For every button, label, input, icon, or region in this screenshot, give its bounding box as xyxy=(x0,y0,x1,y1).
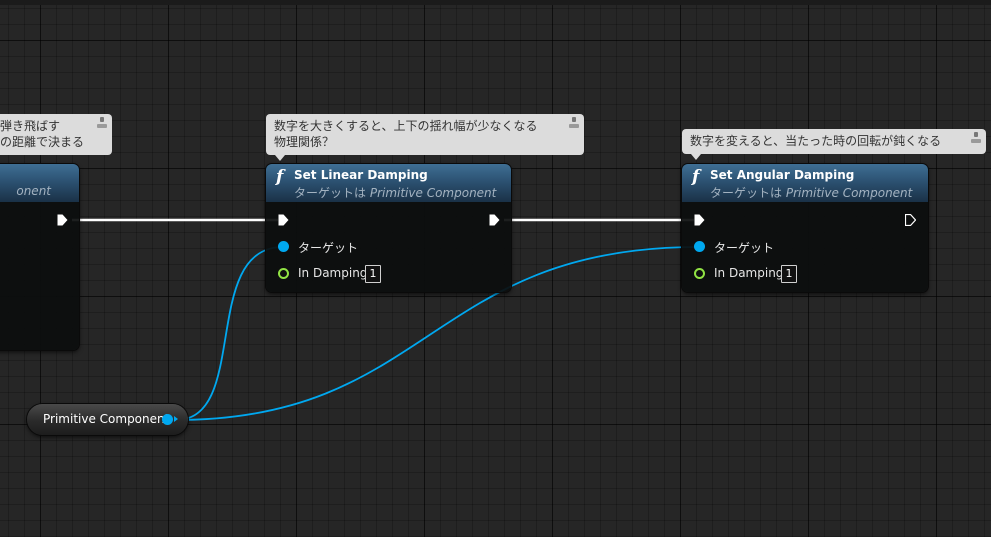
pin-icon[interactable] xyxy=(569,117,579,129)
comment-tail xyxy=(691,154,701,160)
exec-out-pin-left[interactable] xyxy=(57,214,68,226)
variable-label: Primitive Component xyxy=(43,412,170,426)
node-left-header: onent xyxy=(0,164,79,202)
graph-top-edge xyxy=(0,0,991,5)
function-icon: f xyxy=(276,167,284,187)
pin-row-angular-target[interactable]: ターゲット xyxy=(694,238,814,256)
pin-icon[interactable] xyxy=(971,132,981,144)
angular-damping-value-input[interactable]: 1 xyxy=(781,265,797,283)
pin-row-linear-target[interactable]: ターゲット xyxy=(278,238,398,256)
node-linear-subtitle: ターゲットは Primitive Component xyxy=(294,186,497,200)
object-pin-icon[interactable] xyxy=(694,241,705,252)
object-pin-icon[interactable] xyxy=(278,241,289,252)
comment-bubble-angular[interactable]: 数字を変えると、当たった時の回転が鈍くなる xyxy=(682,129,986,160)
exec-out-pin-angular[interactable] xyxy=(905,214,916,226)
comment-bubble-left[interactable]: 弾き飛ばす の距離で決まる xyxy=(0,114,112,155)
linear-damping-value-input[interactable]: 1 xyxy=(365,265,381,283)
comment-linear-line1: 数字を大きくすると、上下の揺れ幅が少なくなる xyxy=(274,119,538,133)
comment-angular-line1: 数字を変えると、当たった時の回転が鈍くなる xyxy=(690,134,942,148)
node-set-linear-damping[interactable]: f Set Linear Damping ターゲットは Primitive Co… xyxy=(266,164,511,292)
pin-icon[interactable] xyxy=(97,117,107,129)
pin-row-angular-damping[interactable]: In Damping 1 xyxy=(694,265,814,283)
pin-label-angular-target: ターゲット xyxy=(714,241,775,255)
node-left-subtitle: onent xyxy=(16,184,51,198)
exec-in-pin-linear[interactable] xyxy=(278,214,289,226)
blueprint-graph-canvas[interactable]: 弾き飛ばす の距離で決まる onent 数字を大きくすると、上下の揺れ幅が少なく… xyxy=(0,0,991,537)
node-angular-subtitle: ターゲットは Primitive Component xyxy=(710,186,913,200)
comment-linear-line2: 物理関係？ xyxy=(274,135,335,149)
node-left-partial[interactable]: onent xyxy=(0,164,79,350)
float-pin-icon[interactable] xyxy=(278,268,289,279)
object-pin-icon[interactable] xyxy=(162,414,173,425)
exec-out-pin-linear[interactable] xyxy=(489,214,500,226)
pin-label-angular-damping: In Damping xyxy=(714,266,784,280)
float-pin-icon[interactable] xyxy=(694,268,705,279)
node-linear-title: Set Linear Damping xyxy=(294,168,428,182)
node-angular-header: f Set Angular Damping ターゲットは Primitive C… xyxy=(682,164,928,202)
comment-left-line1: 弾き飛ばす xyxy=(0,119,61,133)
pin-label-linear-target: ターゲット xyxy=(298,241,359,255)
exec-in-pin-angular[interactable] xyxy=(694,214,705,226)
pin-row-linear-damping[interactable]: In Damping 1 xyxy=(278,265,398,283)
comment-bubble-linear[interactable]: 数字を大きくすると、上下の揺れ幅が少なくなる 物理関係？ xyxy=(266,114,584,161)
comment-left-line2: の距離で決まる xyxy=(0,135,85,149)
pin-arrow-icon xyxy=(174,416,178,422)
variable-node-primitive-component[interactable]: Primitive Component xyxy=(27,404,188,435)
function-icon: f xyxy=(692,167,700,187)
pin-label-linear-damping: In Damping xyxy=(298,266,368,280)
node-set-angular-damping[interactable]: f Set Angular Damping ターゲットは Primitive C… xyxy=(682,164,928,292)
node-angular-title: Set Angular Damping xyxy=(710,168,855,182)
node-linear-header: f Set Linear Damping ターゲットは Primitive Co… xyxy=(266,164,511,202)
comment-tail xyxy=(275,155,285,161)
